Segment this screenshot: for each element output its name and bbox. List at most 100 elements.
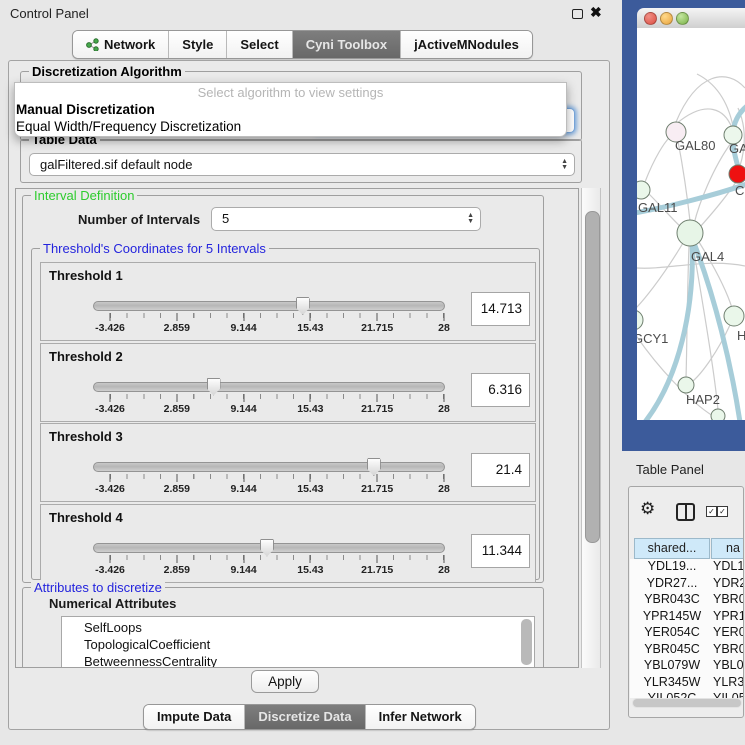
tab-cyni-toolbox[interactable]: Cyni Toolbox: [293, 31, 401, 58]
network-node[interactable]: [677, 220, 703, 246]
node-table-rows: YDL19...YDL19YDR27...YDR27YBR043C YBR04 YP…: [630, 559, 744, 698]
table-hscrollbar-track[interactable]: [632, 698, 742, 708]
apply-button[interactable]: Apply: [251, 670, 319, 693]
attribute-item[interactable]: TopologicalCoefficient: [62, 636, 534, 653]
table-row[interactable]: YLR345WYLR34: [630, 675, 744, 692]
cell-shared-name: YBR043C: [636, 592, 708, 606]
threshold-row: Threshold 3 -3.4262.8599.14415.4321.71528…: [40, 423, 536, 502]
tick-label: 21.715: [349, 322, 405, 334]
tab-network[interactable]: Network: [73, 31, 169, 58]
major-tick: [110, 555, 111, 563]
network-node[interactable]: [711, 409, 725, 420]
cell-name: YBR04: [713, 642, 744, 656]
table-row[interactable]: YDR27...YDR27: [630, 576, 744, 593]
table-row[interactable]: YER054CYER05: [630, 625, 744, 642]
threshold-label: Threshold 1: [49, 268, 123, 283]
cell-name: YBL07: [713, 658, 744, 672]
table-data-combobox[interactable]: galFiltered.sif default node ▲▼: [29, 153, 575, 176]
cell-shared-name: YBR045C: [636, 642, 708, 656]
threshold-slider-ticks: -3.4262.8599.14415.4321.71528: [110, 555, 444, 579]
close-icon[interactable]: ✖: [590, 4, 602, 21]
tab-label: Select: [240, 32, 278, 57]
settings-scrollbar-track[interactable]: [581, 188, 601, 668]
major-tick: [110, 394, 111, 402]
float-window-icon[interactable]: [572, 9, 583, 19]
numerical-attributes-list[interactable]: SelfLoopsTopologicalCoefficientBetweenne…: [61, 616, 535, 668]
table-row[interactable]: YBR045C YBR04: [630, 642, 744, 659]
table-data-selected: galFiltered.sif default node: [40, 157, 192, 172]
network-node-label: GAL80: [675, 138, 715, 153]
minimize-light[interactable]: [660, 12, 673, 25]
table-hscrollbar-thumb[interactable]: [633, 699, 741, 707]
table-row[interactable]: YPR145WYPR14: [630, 609, 744, 626]
threshold-value-field[interactable]: 21.4: [471, 453, 530, 487]
network-node[interactable]: [724, 306, 744, 326]
number-of-intervals-combobox[interactable]: 5 ▲▼: [211, 207, 481, 231]
settings-viewport: Interval Definition Number of Intervals …: [15, 188, 579, 668]
tick-label: 28: [416, 322, 472, 334]
thresholds-group-title: Threshold's Coordinates for 5 Intervals: [40, 241, 269, 256]
tab-style[interactable]: Style: [169, 31, 227, 58]
major-tick: [377, 474, 378, 482]
tab-jactivemnodules[interactable]: jActiveMNodules: [401, 31, 532, 58]
network-window-titlebar[interactable]: [637, 8, 745, 29]
network-canvas[interactable]: GAL80GACGAL11GAL4GCY1HHAP2: [637, 28, 745, 420]
threshold-label: Threshold 4: [49, 510, 123, 525]
cell-name: YBR04: [713, 592, 744, 606]
checkbox-icon[interactable]: ✓: [717, 506, 728, 517]
settings-scrollbar-thumb[interactable]: [585, 211, 600, 543]
tick-label: 2.859: [149, 483, 205, 495]
column-header-name[interactable]: na: [711, 538, 744, 559]
threshold-label: Threshold 3: [49, 429, 123, 444]
tick-label: 21.715: [349, 483, 405, 495]
network-icon: [86, 38, 99, 51]
table-row[interactable]: YDL19...YDL19: [630, 559, 744, 576]
network-node[interactable]: [637, 181, 650, 199]
combo-arrows-icon: ▲▼: [467, 213, 474, 225]
threshold-slider-ticks: -3.4262.8599.14415.4321.71528: [110, 474, 444, 498]
minor-ticks: [110, 474, 445, 479]
interval-definition-title: Interval Definition: [31, 188, 137, 203]
table-row[interactable]: YBR043C YBR04: [630, 592, 744, 609]
threshold-value-field[interactable]: 11.344: [471, 534, 530, 568]
number-of-intervals-label: Number of Intervals: [78, 212, 200, 227]
threshold-slider-track[interactable]: [93, 301, 445, 311]
numerical-attributes-label: Numerical Attributes: [49, 596, 176, 611]
network-node[interactable]: [729, 165, 745, 183]
close-light[interactable]: [644, 12, 657, 25]
major-tick: [377, 394, 378, 402]
columns-icon[interactable]: [676, 503, 695, 521]
table-row[interactable]: YIL052CYIL05: [630, 691, 744, 698]
tab-impute-data[interactable]: Impute Data: [144, 705, 245, 729]
network-edge: [645, 138, 669, 182]
tab-discretize-data[interactable]: Discretize Data: [245, 705, 365, 729]
table-row[interactable]: YBL079WYBL07: [630, 658, 744, 675]
zoom-light[interactable]: [676, 12, 689, 25]
network-node[interactable]: [637, 310, 643, 330]
major-tick: [110, 474, 111, 482]
algorithm-option[interactable]: Equal Width/Frequency Discretization: [15, 118, 566, 135]
cell-name: YER05: [713, 625, 744, 639]
cell-name: YIL05: [713, 691, 744, 698]
attributes-scrollbar[interactable]: [521, 619, 532, 665]
threshold-value-field[interactable]: 6.316: [471, 373, 530, 407]
network-edge: [678, 141, 690, 221]
attribute-item[interactable]: SelfLoops: [62, 619, 534, 636]
tab-select[interactable]: Select: [227, 31, 292, 58]
major-tick: [310, 474, 311, 482]
algorithm-option[interactable]: Manual Discretization: [15, 101, 566, 118]
screen: Control Panel ✖ NetworkStyleSelectCyni T…: [0, 0, 745, 745]
cell-name: YPR14: [713, 609, 744, 623]
column-header-shared-name[interactable]: shared...: [634, 538, 710, 559]
attribute-item[interactable]: BetweennessCentrality: [62, 653, 534, 668]
threshold-value-field[interactable]: 14.713: [471, 292, 530, 326]
network-node-label: H: [737, 328, 745, 343]
threshold-slider-track[interactable]: [93, 382, 445, 392]
minor-ticks: [110, 313, 445, 318]
network-node[interactable]: [678, 377, 694, 393]
checkbox-icon[interactable]: ✓: [706, 506, 717, 517]
attributes-group: Attributes to discretize Numerical Attri…: [22, 587, 544, 668]
threshold-slider-track[interactable]: [93, 462, 445, 472]
tab-infer-network[interactable]: Infer Network: [366, 705, 475, 729]
gear-icon[interactable]: ⚙: [640, 500, 655, 517]
